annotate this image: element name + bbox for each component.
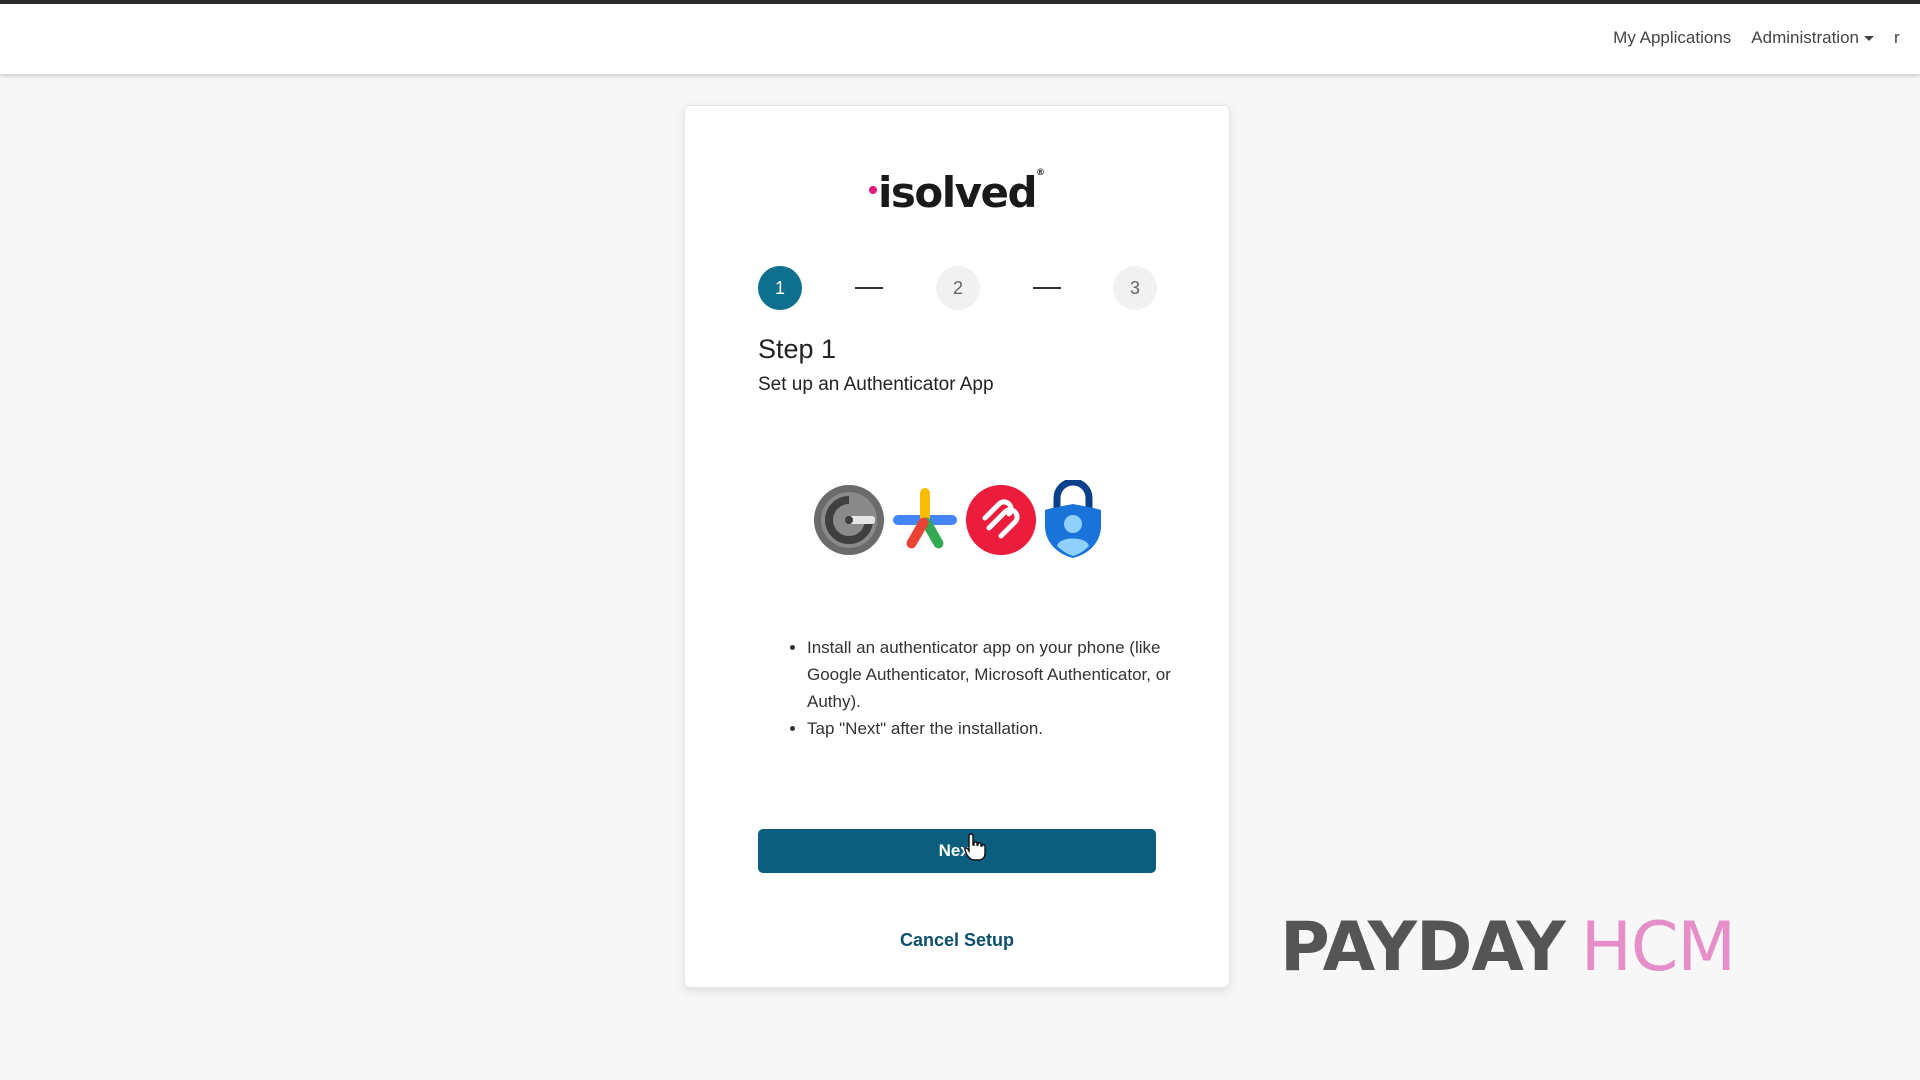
step-title: Step 1 <box>758 334 837 364</box>
caret-down-icon <box>1864 36 1874 42</box>
nav-menu: My Applications Administration r <box>1613 28 1920 48</box>
watermark-hcm: HCM <box>1580 908 1736 987</box>
step-2-indicator: 2 <box>936 266 980 310</box>
payday-hcm-watermark: PAYDAY HCM <box>1280 908 1736 987</box>
isolved-logo: isolved® <box>685 168 1229 217</box>
step-connector <box>855 287 883 289</box>
logo-dot <box>868 185 877 194</box>
cancel-setup-link[interactable]: Cancel Setup <box>685 930 1229 951</box>
hand-pointer-icon <box>964 833 986 861</box>
top-navbar: My Applications Administration r <box>0 0 1920 75</box>
instruction-list: Install an authenticator app on your pho… <box>783 634 1207 742</box>
logo-text: isolved <box>877 168 1038 217</box>
step-1-indicator: 1 <box>758 266 802 310</box>
instruction-item: Tap "Next" after the installation. <box>807 715 1207 742</box>
microsoft-authenticator-icon <box>1045 480 1101 558</box>
step-subtitle: Set up an Authenticator App <box>758 374 994 395</box>
google-authenticator-icon <box>814 485 884 555</box>
watermark-payday: PAYDAY <box>1280 908 1566 987</box>
trademark-mark: ® <box>1036 168 1046 178</box>
authenticator-apps <box>813 480 1113 564</box>
nav-administration-dropdown[interactable]: Administration <box>1751 28 1874 48</box>
step-3-indicator: 3 <box>1113 266 1157 310</box>
step-connector <box>1033 287 1061 289</box>
mfa-setup-card: isolved® 1 2 3 Step 1 Set up an Authenti… <box>684 105 1230 988</box>
nav-truncated-item[interactable]: r <box>1894 28 1900 48</box>
google-multicolor-icon <box>893 488 957 549</box>
stepper: 1 2 3 <box>758 266 1158 310</box>
authy-icon <box>966 485 1036 555</box>
instruction-item: Install an authenticator app on your pho… <box>807 634 1207 715</box>
nav-my-applications[interactable]: My Applications <box>1613 28 1731 48</box>
nav-administration-label: Administration <box>1751 28 1859 47</box>
next-button[interactable]: Next <box>758 829 1156 873</box>
